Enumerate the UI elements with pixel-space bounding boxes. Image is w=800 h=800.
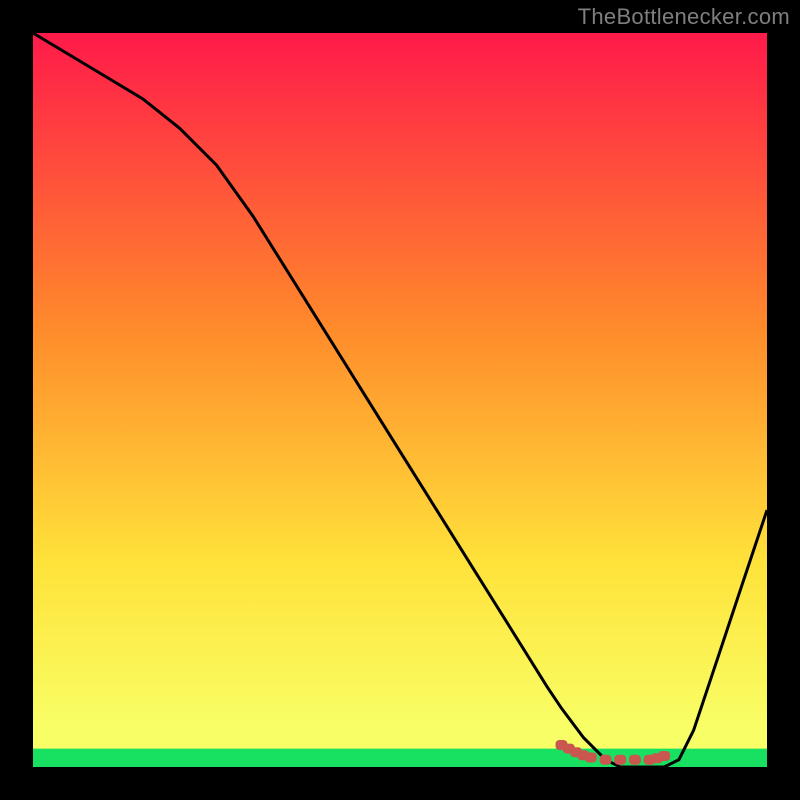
chart-container: { "attribution": "TheBottlenecker.com", … bbox=[0, 0, 800, 800]
marker-point bbox=[614, 755, 626, 765]
marker-point bbox=[658, 751, 670, 761]
bottleneck-chart bbox=[0, 0, 800, 800]
gradient-background bbox=[33, 33, 767, 767]
plot-area bbox=[33, 33, 767, 767]
marker-point bbox=[585, 753, 597, 763]
marker-point bbox=[629, 755, 641, 765]
marker-point bbox=[600, 755, 612, 765]
